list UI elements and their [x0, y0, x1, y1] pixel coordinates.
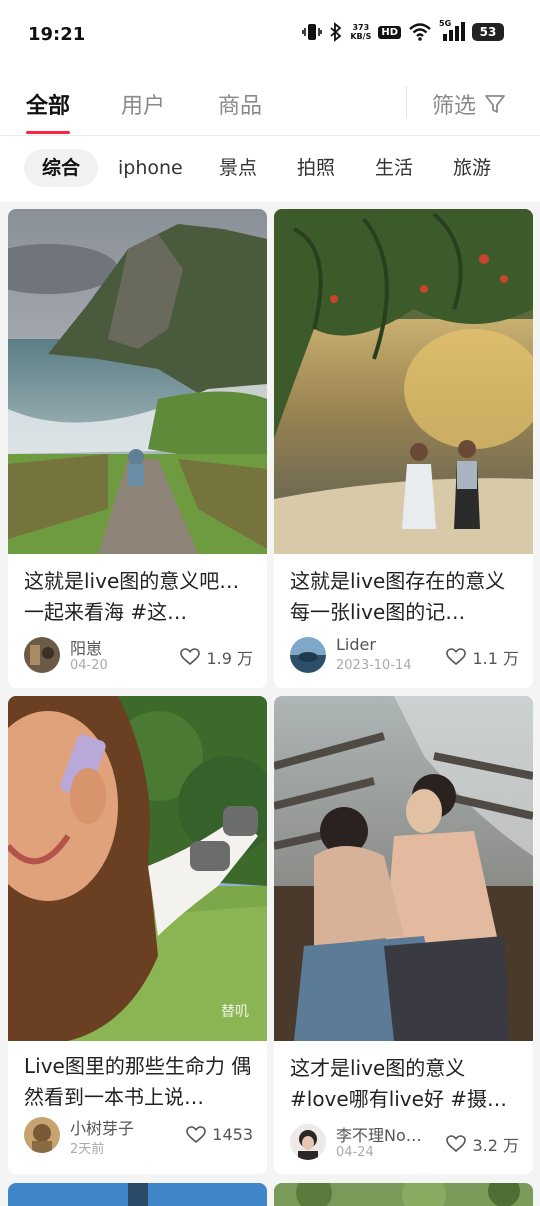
tab-divider	[406, 86, 407, 118]
note-footer: 小树芽子 2天前 1453	[24, 1117, 253, 1157]
tab-products[interactable]: 商品	[218, 88, 262, 120]
note-title[interactable]: 这才是live图的意义 #love哪有live好 #摄…	[290, 1053, 519, 1115]
battery-indicator: 53	[472, 23, 504, 41]
category-chips: 综合 iphone 景点 拍照 生活 旅游	[0, 136, 540, 202]
note-cover-image[interactable]	[8, 1183, 267, 1206]
like-count: 1453	[212, 1125, 253, 1144]
funnel-icon	[485, 95, 505, 113]
wifi-icon	[409, 23, 431, 41]
like-button[interactable]: 1453	[186, 1125, 253, 1144]
note-cover-image[interactable]	[8, 209, 267, 554]
note-title[interactable]: 这就是live图存在的意义 每一张live图的记…	[290, 566, 519, 628]
heart-icon	[446, 1135, 467, 1153]
note-footer: Lider 2023-10-14 1.1 万	[290, 635, 519, 677]
author-avatar[interactable]	[290, 637, 326, 673]
author-avatar[interactable]	[24, 1117, 60, 1153]
heart-icon	[180, 648, 201, 666]
filter-label: 筛选	[432, 94, 477, 119]
chip-life[interactable]: 生活	[357, 149, 431, 187]
like-count: 3.2 万	[472, 1136, 519, 1155]
like-count: 1.9 万	[206, 649, 253, 668]
note-footer: 李不理No… 04-24 3.2 万	[290, 1124, 519, 1164]
status-bar: 19:21 373 KB/S HD 5G 53	[0, 0, 540, 70]
filter-button[interactable]: 筛选	[432, 88, 506, 120]
heart-icon	[186, 1125, 207, 1143]
chip-comprehensive[interactable]: 综合	[24, 149, 99, 187]
tab-users[interactable]: 用户	[121, 88, 165, 120]
post-date: 04-24	[336, 1145, 374, 1160]
note-cover-image[interactable]	[274, 696, 533, 1041]
status-time: 19:21	[28, 24, 86, 45]
chip-travel[interactable]: 旅游	[435, 149, 509, 187]
author-name[interactable]: Lider	[336, 635, 376, 654]
post-date: 04-20	[70, 658, 108, 673]
hd-badge: HD	[378, 25, 401, 39]
network-speed: 373 KB/S	[350, 23, 371, 41]
status-icons: 373 KB/S HD 5G 53	[302, 19, 504, 42]
feed-card[interactable]: 这就是live图存在的意义 每一张live图的记… Lider 2023-10-…	[274, 209, 533, 688]
search-type-tabs: 全部 用户 商品 筛选	[0, 70, 540, 136]
cellular-signal: 5G	[439, 19, 465, 42]
like-button[interactable]: 1.9 万	[180, 645, 253, 669]
feed-card[interactable]: 替叽 Live图里的那些生命力 偶然看到一本书上说… 小树芽子 2天前 1453	[8, 696, 267, 1174]
author-name[interactable]: 阳崽	[70, 635, 102, 659]
chip-photography[interactable]: 拍照	[279, 149, 353, 187]
author-name[interactable]: 李不理No…	[336, 1122, 422, 1146]
feed-card[interactable]: 这就是live图的意义吧… 一起来看海 #这… 阳崽 04-20 1.9 万	[8, 209, 267, 688]
chip-attractions[interactable]: 景点	[201, 149, 275, 187]
note-cover-image[interactable]	[8, 696, 267, 1041]
feed-card[interactable]: 这才是live图的意义 #love哪有live好 #摄… 李不理No… 04-2…	[274, 696, 533, 1174]
note-cover-image[interactable]	[274, 209, 533, 554]
bluetooth-icon	[330, 22, 342, 42]
note-title[interactable]: 这就是live图的意义吧… 一起来看海 #这…	[24, 566, 253, 628]
note-title[interactable]: Live图里的那些生命力 偶然看到一本书上说…	[24, 1051, 253, 1113]
post-date: 2天前	[70, 1142, 105, 1157]
vibrate-icon	[302, 24, 323, 40]
note-footer: 阳崽 04-20 1.9 万	[24, 637, 253, 677]
feed-card[interactable]	[8, 1183, 267, 1206]
note-cover-image[interactable]	[274, 1183, 533, 1206]
heart-icon	[446, 648, 467, 666]
like-button[interactable]: 3.2 万	[446, 1132, 519, 1156]
cellular-signal-icon	[443, 22, 465, 41]
author-name[interactable]: 小树芽子	[70, 1115, 134, 1139]
network-speed-value: 373	[352, 23, 370, 32]
chip-iphone[interactable]: iphone	[100, 149, 201, 187]
post-date: 2023-10-14	[336, 658, 412, 673]
like-button[interactable]: 1.1 万	[446, 645, 519, 669]
like-count: 1.1 万	[472, 649, 519, 668]
author-avatar[interactable]	[290, 1124, 326, 1160]
author-avatar[interactable]	[24, 637, 60, 673]
tab-all[interactable]: 全部	[26, 88, 70, 120]
feed-card[interactable]	[274, 1183, 533, 1206]
image-watermark: 替叽	[221, 1004, 249, 1020]
active-tab-indicator	[26, 131, 70, 134]
network-speed-unit: KB/S	[350, 32, 372, 41]
